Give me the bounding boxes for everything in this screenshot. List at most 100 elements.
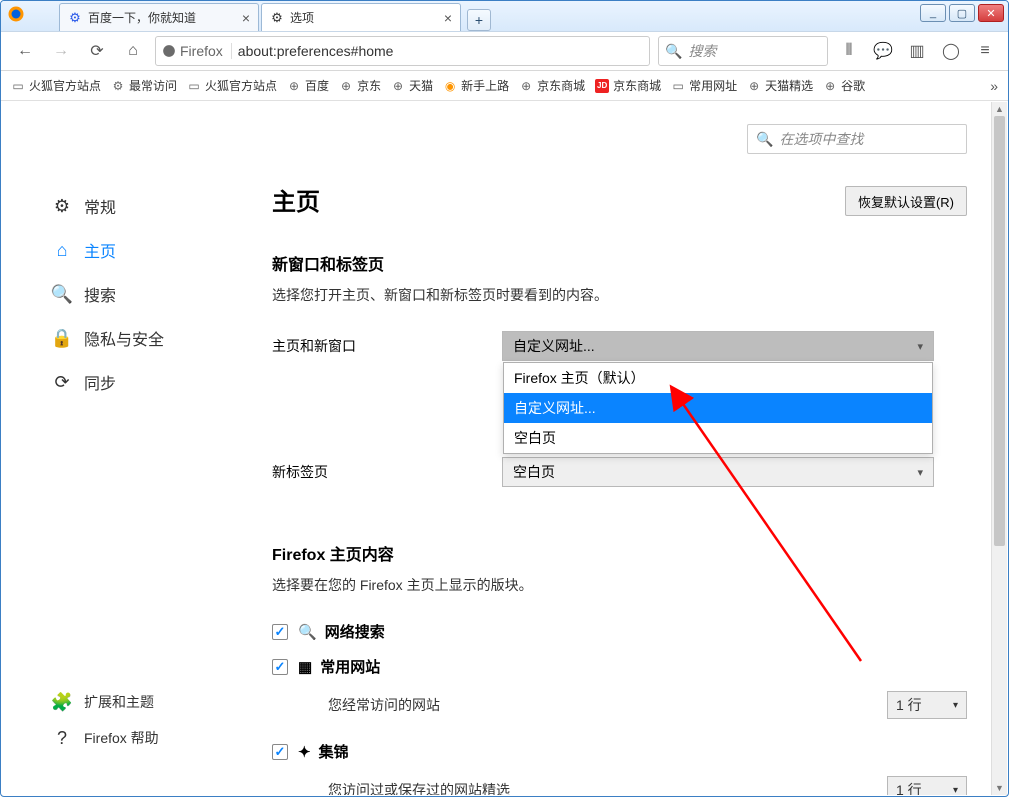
star-icon: ✦ bbox=[298, 743, 311, 761]
bookmark-item[interactable]: ⊕京东商城 bbox=[519, 77, 585, 94]
bookmark-item[interactable]: ⊕百度 bbox=[287, 77, 329, 94]
folder-icon: ▭ bbox=[187, 79, 201, 93]
close-icon[interactable]: × bbox=[242, 10, 250, 26]
content-scroll: 🔍 在选项中查找 ⚙常规 ⌂主页 🔍搜索 🔒隐私与安全 ⟳同步 🧩扩展和主题 ?… bbox=[2, 102, 1007, 795]
homepage-select[interactable]: 自定义网址... ▾ Firefox 主页（默认） 自定义网址... 空白页 bbox=[502, 331, 934, 361]
tab-baidu[interactable]: ⚙ 百度一下，你就知道 × bbox=[59, 3, 259, 31]
search-icon: 🔍 bbox=[52, 284, 72, 305]
globe-icon: ⊕ bbox=[747, 79, 761, 93]
sidenav-sync[interactable]: ⟳同步 bbox=[46, 360, 226, 404]
back-button[interactable]: ← bbox=[11, 37, 39, 65]
highlights-checkbox-row: ✓ ✦集锦 bbox=[272, 741, 967, 762]
dropdown-option-custom[interactable]: 自定义网址... bbox=[504, 393, 932, 423]
section-description: 选择要在您的 Firefox 主页上显示的版块。 bbox=[272, 575, 967, 595]
preferences-content: 🔍 在选项中查找 ⚙常规 ⌂主页 🔍搜索 🔒隐私与安全 ⟳同步 🧩扩展和主题 ?… bbox=[2, 102, 1007, 795]
section-heading: 新窗口和标签页 bbox=[272, 251, 967, 275]
checkbox[interactable]: ✓ bbox=[272, 744, 288, 760]
dropdown-option-blank[interactable]: 空白页 bbox=[504, 423, 932, 453]
highlights-rows-select[interactable]: 1 行▾ bbox=[887, 776, 967, 795]
firefox-home-content-section: Firefox 主页内容 选择要在您的 Firefox 主页上显示的版块。 ✓ … bbox=[272, 541, 967, 795]
bookmark-item[interactable]: ◉新手上路 bbox=[443, 77, 509, 94]
account-icon[interactable]: ◯ bbox=[938, 38, 964, 64]
puzzle-icon: 🧩 bbox=[52, 692, 72, 713]
checkbox[interactable]: ✓ bbox=[272, 659, 288, 675]
scroll-down-icon[interactable]: ▼ bbox=[992, 781, 1007, 795]
sidenav-general[interactable]: ⚙常规 bbox=[46, 184, 226, 228]
gear-icon: ⚙ bbox=[52, 196, 72, 217]
home-button[interactable]: ⌂ bbox=[119, 37, 147, 65]
sidebar-icon[interactable]: ▥ bbox=[904, 38, 930, 64]
preferences-sidenav-bottom: 🧩扩展和主题 ?Firefox 帮助 bbox=[46, 684, 246, 756]
select-value: 自定义网址... bbox=[513, 336, 595, 356]
highlights-label: ✦集锦 bbox=[298, 741, 349, 762]
jd-icon: JD bbox=[595, 79, 609, 93]
forward-button[interactable]: → bbox=[47, 37, 75, 65]
bookmark-item[interactable]: ⊕京东 bbox=[339, 77, 381, 94]
sidenav-help[interactable]: ?Firefox 帮助 bbox=[46, 720, 246, 756]
sidenav-extensions[interactable]: 🧩扩展和主题 bbox=[46, 684, 246, 720]
websearch-label: 🔍网络搜索 bbox=[298, 621, 385, 642]
section-heading: Firefox 主页内容 bbox=[272, 541, 967, 565]
bookmarks-overflow-icon[interactable]: » bbox=[990, 78, 998, 94]
search-placeholder: 搜索 bbox=[688, 41, 716, 61]
globe-icon: ⊕ bbox=[339, 79, 353, 93]
tab-options[interactable]: ⚙ 选项 × bbox=[261, 3, 461, 31]
close-icon[interactable]: × bbox=[444, 10, 452, 26]
bookmark-item[interactable]: ▭常用网址 bbox=[671, 77, 737, 94]
topsites-rows-select[interactable]: 1 行▾ bbox=[887, 691, 967, 719]
newtab-select[interactable]: 空白页 ▾ bbox=[502, 457, 934, 487]
dropdown-option-default[interactable]: Firefox 主页（默认） bbox=[504, 363, 932, 393]
site-identity[interactable]: Firefox bbox=[162, 43, 232, 59]
topsites-desc: 您经常访问的网站 bbox=[328, 695, 440, 715]
highlights-subrow: 您访问过或保存过的网站精选 1 行▾ bbox=[328, 776, 967, 795]
bookmark-item[interactable]: ▭火狐官方站点 bbox=[11, 77, 101, 94]
firefox-shield-icon bbox=[162, 44, 176, 58]
topsites-label: ▦常用网站 bbox=[298, 656, 380, 677]
maximize-button[interactable]: ▢ bbox=[949, 4, 975, 22]
menu-icon[interactable]: ≡ bbox=[972, 38, 998, 64]
navigation-toolbar: ← → ⟳ ⌂ Firefox about:preferences#home 🔍… bbox=[1, 31, 1008, 71]
firefox-window: ⚙ 百度一下，你就知道 × ⚙ 选项 × + _ ▢ ✕ ← → ⟳ ⌂ Fir… bbox=[0, 0, 1009, 797]
chat-icon[interactable]: 💬 bbox=[870, 38, 896, 64]
search-bar[interactable]: 🔍 搜索 bbox=[658, 36, 828, 66]
bookmark-item[interactable]: ⊕谷歌 bbox=[823, 77, 865, 94]
bookmark-item[interactable]: ▭火狐官方站点 bbox=[187, 77, 277, 94]
lock-icon: 🔒 bbox=[52, 328, 72, 349]
chevron-down-icon: ▾ bbox=[953, 700, 958, 711]
tab-label: 选项 bbox=[290, 9, 314, 26]
new-tab-button[interactable]: + bbox=[467, 9, 491, 31]
scroll-up-icon[interactable]: ▲ bbox=[992, 102, 1007, 116]
bookmark-item[interactable]: ⚙最常访问 bbox=[111, 77, 177, 94]
url-bar[interactable]: Firefox about:preferences#home bbox=[155, 36, 650, 66]
firefox-logo-icon bbox=[7, 5, 25, 23]
sidenav-home[interactable]: ⌂主页 bbox=[46, 228, 226, 272]
scrollbar-thumb[interactable] bbox=[994, 116, 1005, 546]
chevron-down-icon: ▾ bbox=[917, 340, 923, 353]
topsites-checkbox-row: ✓ ▦常用网站 bbox=[272, 656, 967, 677]
websearch-checkbox-row: ✓ 🔍网络搜索 bbox=[272, 621, 967, 642]
bookmarks-toolbar: ▭火狐官方站点 ⚙最常访问 ▭火狐官方站点 ⊕百度 ⊕京东 ⊕天猫 ◉新手上路 … bbox=[1, 71, 1008, 101]
options-search-input[interactable]: 🔍 在选项中查找 bbox=[747, 124, 967, 154]
library-icon[interactable]: ⫴ bbox=[836, 38, 862, 64]
close-window-button[interactable]: ✕ bbox=[978, 4, 1004, 22]
bookmark-item[interactable]: ⊕天猫 bbox=[391, 77, 433, 94]
newtab-label: 新标签页 bbox=[272, 462, 502, 482]
homepage-row: 主页和新窗口 自定义网址... ▾ Firefox 主页（默认） 自定义网址..… bbox=[272, 331, 967, 361]
restore-defaults-button[interactable]: 恢复默认设置(R) bbox=[845, 186, 967, 216]
bookmark-item[interactable]: JD京东商城 bbox=[595, 77, 661, 94]
bookmark-item[interactable]: ⊕天猫精选 bbox=[747, 77, 813, 94]
baidu-favicon-icon: ⚙ bbox=[68, 11, 82, 25]
reload-button[interactable]: ⟳ bbox=[83, 37, 111, 65]
vertical-scrollbar[interactable]: ▲ ▼ bbox=[991, 102, 1007, 795]
topsites-subrow: 您经常访问的网站 1 行▾ bbox=[328, 691, 967, 719]
sidenav-privacy[interactable]: 🔒隐私与安全 bbox=[46, 316, 226, 360]
search-icon: 🔍 bbox=[756, 131, 773, 148]
url-text: about:preferences#home bbox=[238, 43, 394, 59]
globe-icon: ⊕ bbox=[519, 79, 533, 93]
chevron-down-icon: ▾ bbox=[953, 785, 958, 796]
checkbox[interactable]: ✓ bbox=[272, 624, 288, 640]
tab-label: 百度一下，你就知道 bbox=[88, 9, 196, 26]
sidenav-search[interactable]: 🔍搜索 bbox=[46, 272, 226, 316]
window-buttons: _ ▢ ✕ bbox=[920, 4, 1004, 22]
minimize-button[interactable]: _ bbox=[920, 4, 946, 22]
